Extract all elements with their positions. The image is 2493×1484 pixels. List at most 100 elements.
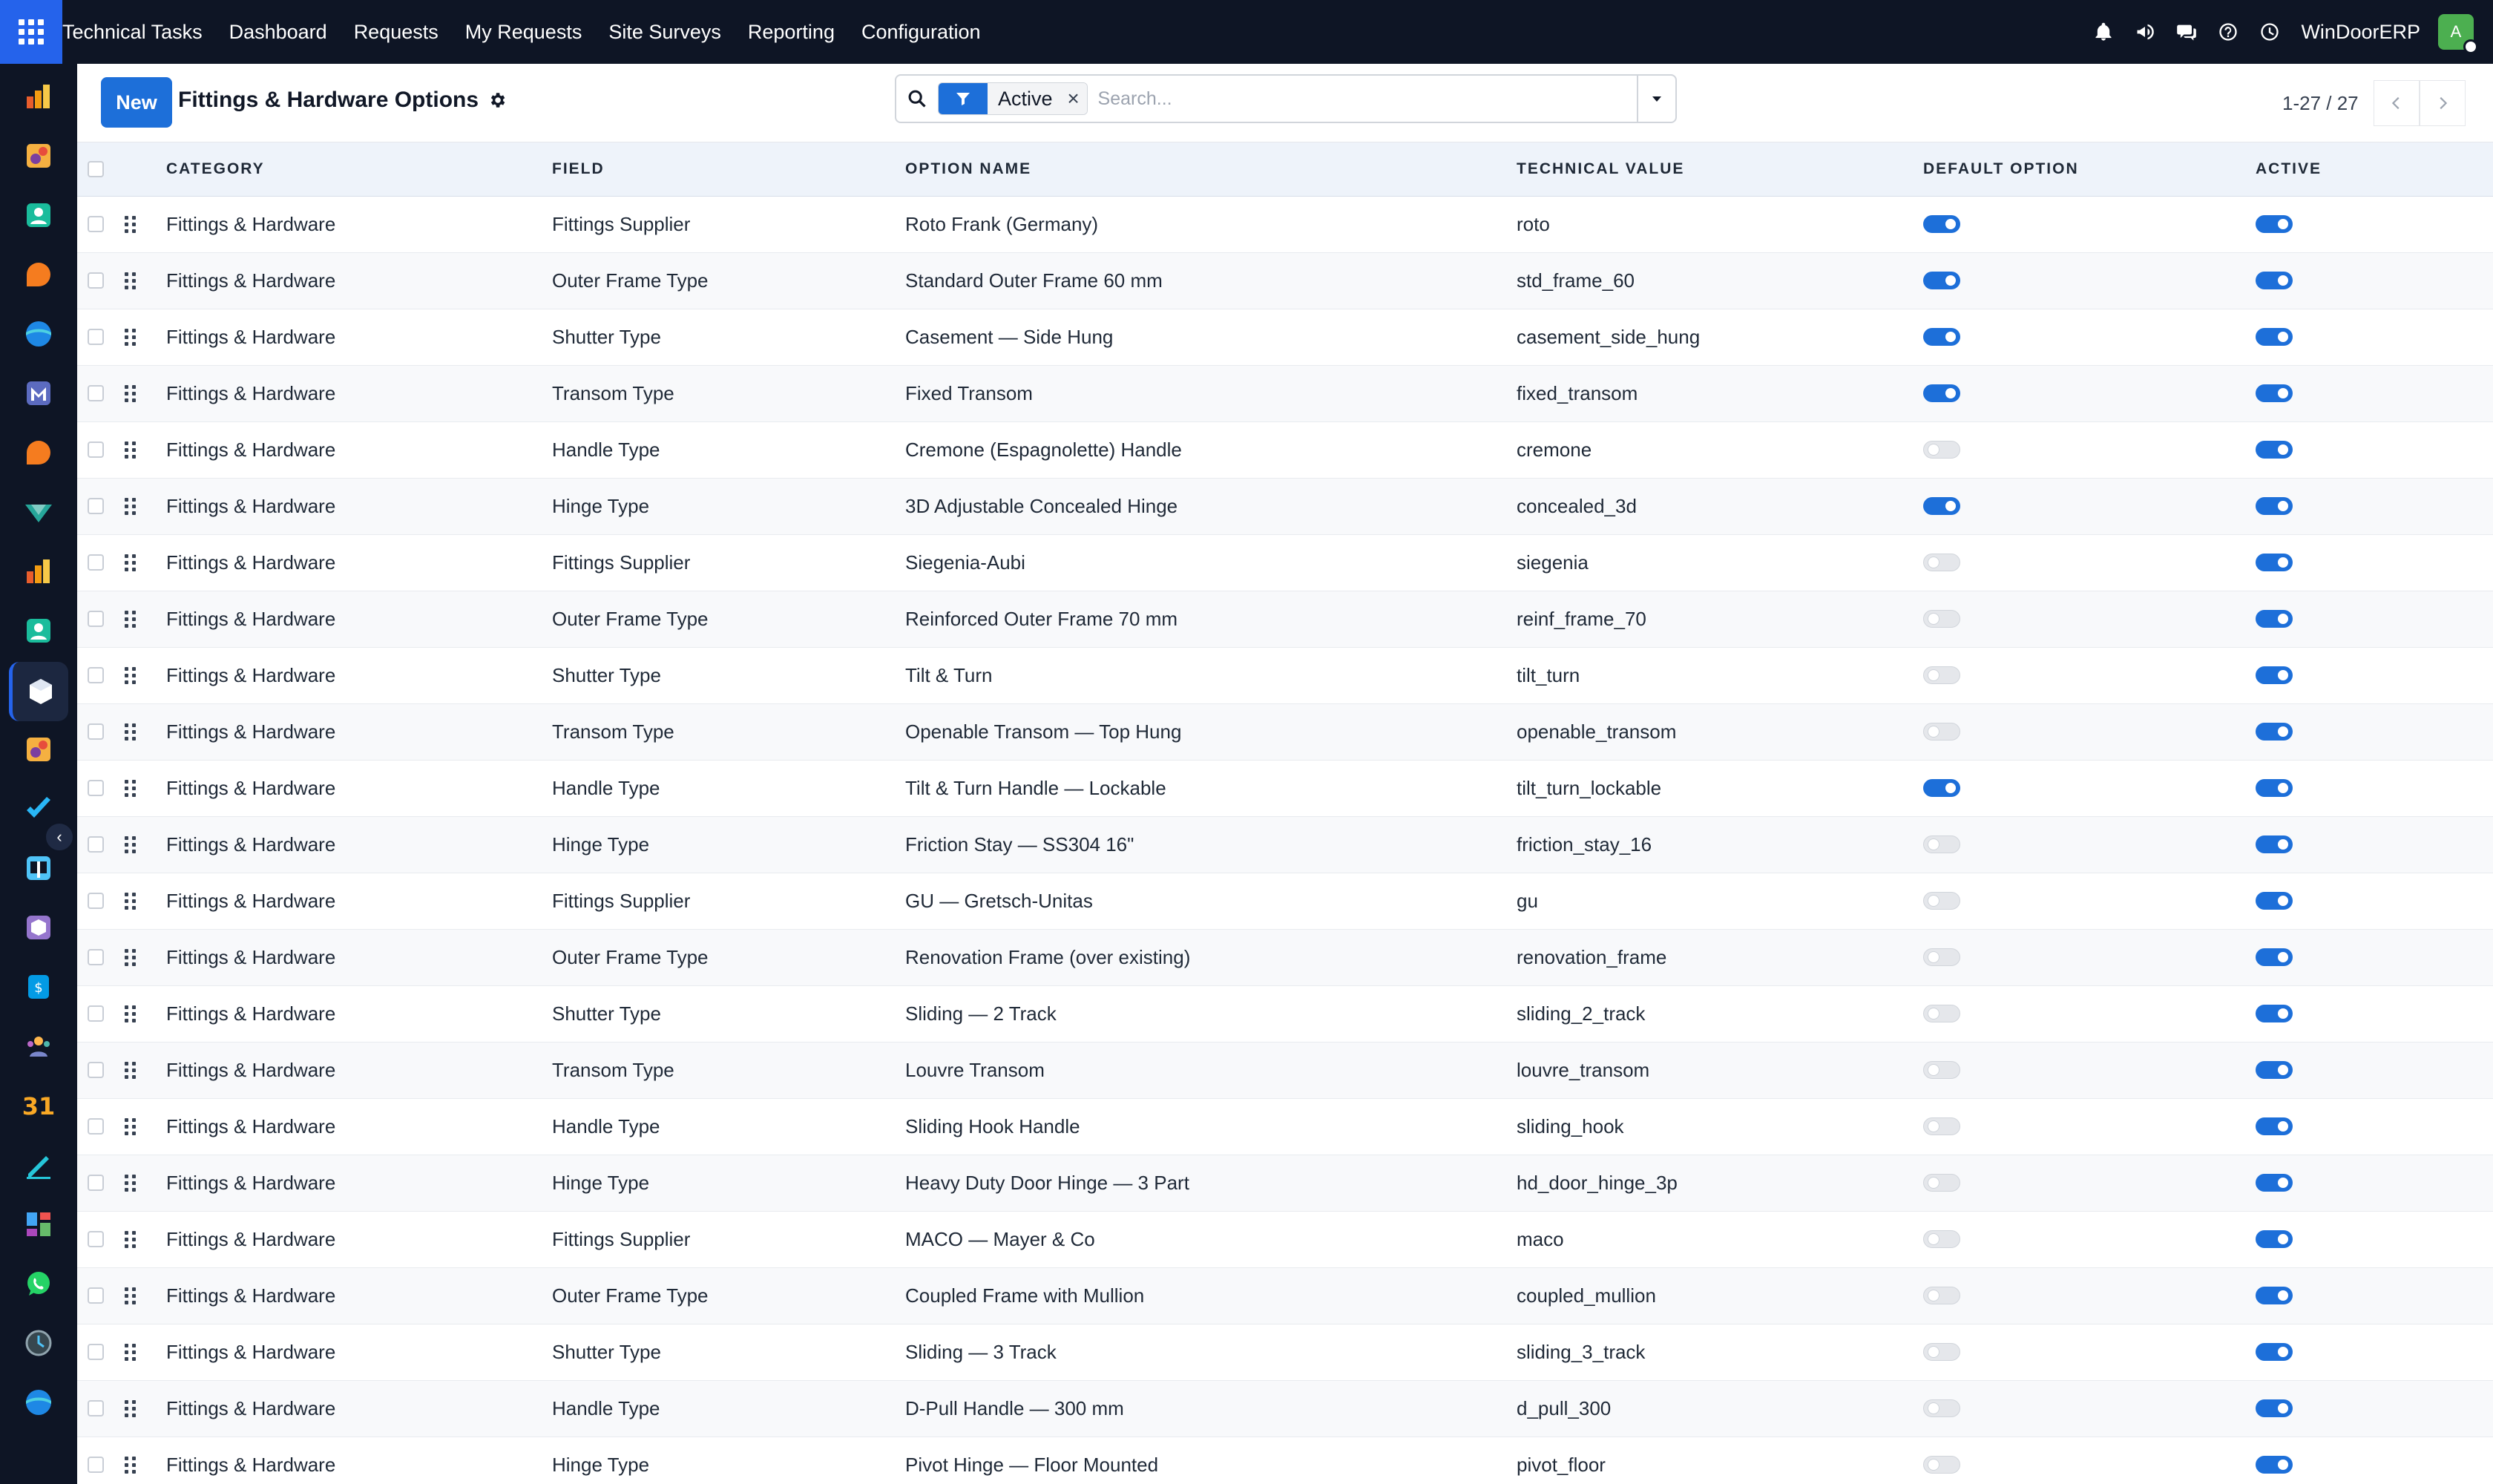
chart-app-icon[interactable] [22, 80, 55, 113]
cell-field[interactable]: Handle Type [552, 1380, 905, 1437]
active-toggle[interactable] [2256, 1343, 2293, 1361]
drag-handle-icon[interactable] [125, 328, 139, 346]
row-checkbox[interactable] [88, 1287, 104, 1304]
chat-icon[interactable] [2166, 11, 2207, 53]
cell-technical-value[interactable]: roto [1517, 196, 1923, 252]
help-icon[interactable] [2207, 11, 2249, 53]
cell-technical-value[interactable]: louvre_transom [1517, 1042, 1923, 1098]
contacts-app-icon[interactable] [22, 614, 55, 647]
table-row[interactable]: Fittings & Hardware Handle Type D-Pull Han… [77, 1380, 2493, 1437]
default-option-toggle[interactable] [1923, 779, 1960, 797]
row-checkbox[interactable] [88, 836, 104, 853]
menu-requests[interactable]: Requests [341, 21, 452, 44]
pager-next-button[interactable] [2419, 80, 2466, 126]
cell-technical-value[interactable]: sliding_3_track [1517, 1324, 1923, 1380]
bell-icon[interactable] [2083, 11, 2124, 53]
active-toggle[interactable] [2256, 1061, 2293, 1079]
cell-category[interactable]: Fittings & Hardware [166, 591, 552, 647]
column-header-technical-value[interactable]: TECHNICAL VALUE [1517, 142, 1923, 196]
row-checkbox[interactable] [88, 1344, 104, 1360]
row-checkbox[interactable] [88, 949, 104, 965]
cell-field[interactable]: Handle Type [552, 760, 905, 816]
active-toggle[interactable] [2256, 666, 2293, 684]
drag-handle-icon[interactable] [125, 1343, 139, 1361]
drag-handle-icon[interactable] [125, 1174, 139, 1192]
drag-handle-icon[interactable] [125, 1061, 139, 1079]
row-checkbox[interactable] [88, 723, 104, 740]
cell-category[interactable]: Fittings & Hardware [166, 196, 552, 252]
cell-category[interactable]: Fittings & Hardware [166, 534, 552, 591]
default-option-toggle[interactable] [1923, 1061, 1960, 1079]
arrow-app-icon[interactable] [22, 496, 55, 528]
box-app-icon[interactable] [22, 911, 55, 944]
time-app-icon[interactable] [22, 1327, 55, 1359]
cell-technical-value[interactable]: pivot_floor [1517, 1437, 1923, 1484]
cell-field[interactable]: Shutter Type [552, 309, 905, 365]
row-checkbox[interactable] [88, 1231, 104, 1247]
drag-handle-icon[interactable] [125, 384, 139, 402]
table-row[interactable]: Fittings & Hardware Outer Frame Type Coupl… [77, 1267, 2493, 1324]
default-option-toggle[interactable] [1923, 1005, 1960, 1022]
row-checkbox[interactable] [88, 329, 104, 345]
cell-option-name[interactable]: Casement — Side Hung [905, 309, 1517, 365]
active-toggle[interactable] [2256, 1456, 2293, 1474]
active-toggle[interactable] [2256, 441, 2293, 459]
active-toggle[interactable] [2256, 1174, 2293, 1192]
default-option-toggle[interactable] [1923, 1399, 1960, 1417]
cell-field[interactable]: Outer Frame Type [552, 252, 905, 309]
drag-handle-icon[interactable] [125, 610, 139, 628]
table-row[interactable]: Fittings & Hardware Transom Type Louvre Tr… [77, 1042, 2493, 1098]
active-toggle[interactable] [2256, 1117, 2293, 1135]
cell-option-name[interactable]: Renovation Frame (over existing) [905, 929, 1517, 985]
row-checkbox[interactable] [88, 611, 104, 627]
cell-technical-value[interactable]: d_pull_300 [1517, 1380, 1923, 1437]
puzzle-app-icon[interactable] [22, 139, 55, 172]
row-checkbox[interactable] [88, 385, 104, 401]
cell-field[interactable]: Outer Frame Type [552, 1267, 905, 1324]
cell-field[interactable]: Transom Type [552, 703, 905, 760]
cell-field[interactable]: Hinge Type [552, 478, 905, 534]
cell-option-name[interactable]: Coupled Frame with Mullion [905, 1267, 1517, 1324]
chart-app-icon[interactable] [22, 555, 55, 588]
menu-site-surveys[interactable]: Site Surveys [595, 21, 735, 44]
cell-category[interactable]: Fittings & Hardware [166, 421, 552, 478]
row-checkbox[interactable] [88, 272, 104, 289]
cell-field[interactable]: Hinge Type [552, 1155, 905, 1211]
table-row[interactable]: Fittings & Hardware Outer Frame Type Stand… [77, 252, 2493, 309]
app-brand[interactable]: Technical Tasks [62, 21, 216, 44]
cell-option-name[interactable]: Heavy Duty Door Hinge — 3 Part [905, 1155, 1517, 1211]
pager-value[interactable]: 1-27 / 27 [2282, 92, 2359, 115]
row-checkbox[interactable] [88, 498, 104, 514]
cell-category[interactable]: Fittings & Hardware [166, 1380, 552, 1437]
default-option-toggle[interactable] [1923, 215, 1960, 233]
table-row[interactable]: Fittings & Hardware Fittings Supplier Roto… [77, 196, 2493, 252]
gear-icon[interactable] [487, 91, 507, 110]
cell-category[interactable]: Fittings & Hardware [166, 703, 552, 760]
cell-field[interactable]: Handle Type [552, 1098, 905, 1155]
cell-option-name[interactable]: Cremone (Espagnolette) Handle [905, 421, 1517, 478]
active-toggle[interactable] [2256, 892, 2293, 910]
default-option-toggle[interactable] [1923, 723, 1960, 741]
row-checkbox[interactable] [88, 1400, 104, 1416]
cell-option-name[interactable]: Standard Outer Frame 60 mm [905, 252, 1517, 309]
drag-handle-icon[interactable] [125, 1230, 139, 1248]
row-checkbox[interactable] [88, 667, 104, 683]
cell-field[interactable]: Transom Type [552, 1042, 905, 1098]
cell-technical-value[interactable]: siegenia [1517, 534, 1923, 591]
cell-category[interactable]: Fittings & Hardware [166, 873, 552, 929]
apps-menu-button[interactable] [0, 0, 62, 64]
column-header-option-name[interactable]: OPTION NAME [905, 142, 1517, 196]
row-checkbox[interactable] [88, 1118, 104, 1135]
cell-technical-value[interactable]: sliding_hook [1517, 1098, 1923, 1155]
cell-option-name[interactable]: Sliding — 3 Track [905, 1324, 1517, 1380]
cell-technical-value[interactable]: coupled_mullion [1517, 1267, 1923, 1324]
cell-field[interactable]: Hinge Type [552, 1437, 905, 1484]
active-toggle[interactable] [2256, 215, 2293, 233]
active-toggle[interactable] [2256, 610, 2293, 628]
cell-technical-value[interactable]: fixed_transom [1517, 365, 1923, 421]
cell-category[interactable]: Fittings & Hardware [166, 929, 552, 985]
active-toggle[interactable] [2256, 779, 2293, 797]
row-checkbox[interactable] [88, 1062, 104, 1078]
table-row[interactable]: Fittings & Hardware Shutter Type Casement … [77, 309, 2493, 365]
table-row[interactable]: Fittings & Hardware Transom Type Fixed Tra… [77, 365, 2493, 421]
